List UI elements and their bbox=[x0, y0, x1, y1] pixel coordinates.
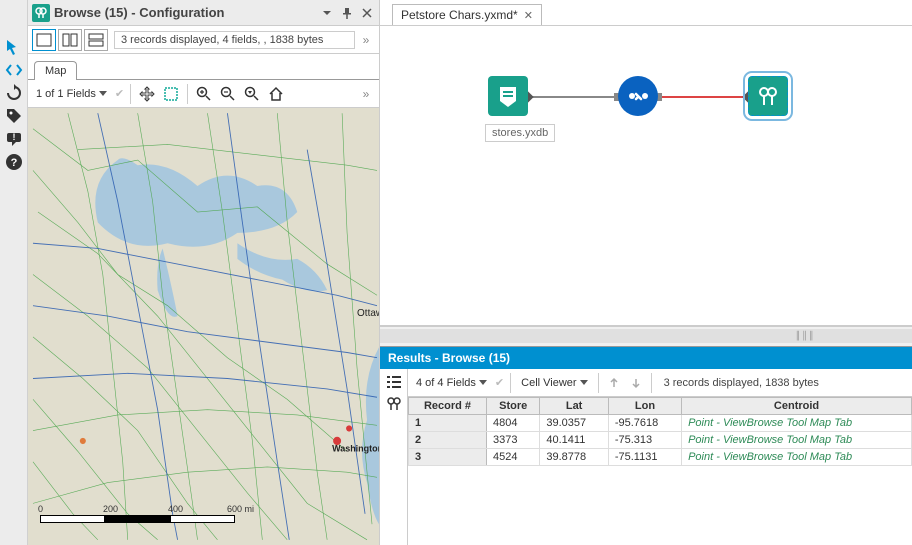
cell-centroid[interactable]: Point - ViewBrowse Tool Map Tab bbox=[682, 432, 912, 449]
cell-viewer-label: Cell Viewer bbox=[521, 377, 576, 389]
chevron-down-icon bbox=[580, 380, 588, 385]
map-scale-bar: 0 200 400600 mi bbox=[40, 515, 235, 535]
cell-store: 4524 bbox=[486, 449, 539, 466]
browse-tool-selected[interactable] bbox=[748, 76, 788, 116]
cell-store: 3373 bbox=[486, 432, 539, 449]
cell-lon: -95.7618 bbox=[608, 415, 681, 432]
results-table: Record #StoreLatLonCentroid 1480439.0357… bbox=[408, 397, 912, 466]
chevron-down-icon bbox=[99, 91, 107, 96]
input-tool-label: stores.yxdb bbox=[485, 124, 555, 142]
workflow-tab-label: Petstore Chars.yxmd* bbox=[401, 8, 518, 22]
close-icon[interactable]: ✕ bbox=[524, 9, 533, 22]
select-tool[interactable] bbox=[618, 76, 658, 116]
table-row[interactable]: 1480439.0357-95.7618Point - ViewBrowse T… bbox=[409, 415, 912, 432]
code-icon[interactable] bbox=[4, 60, 24, 80]
cell-lon: -75.313 bbox=[608, 432, 681, 449]
map-toolbar: 1 of 1 Fields ✔ » bbox=[28, 80, 379, 108]
config-titlebar: Browse (15) - Configuration bbox=[28, 0, 379, 26]
svg-text:Washington: Washington bbox=[332, 443, 379, 453]
row-number: 2 bbox=[409, 432, 487, 449]
check-icon: ✔ bbox=[495, 376, 504, 389]
config-title: Browse (15) - Configuration bbox=[54, 5, 315, 20]
select-rect-icon[interactable] bbox=[161, 84, 181, 104]
cell-lat: 39.0357 bbox=[540, 415, 608, 432]
home-icon[interactable] bbox=[266, 84, 286, 104]
table-row[interactable]: 3452439.8778-75.1131Point - ViewBrowse T… bbox=[409, 449, 912, 466]
column-header[interactable]: Record # bbox=[409, 398, 487, 415]
workflow-tab[interactable]: Petstore Chars.yxmd* ✕ bbox=[392, 4, 542, 25]
chevron-down-icon bbox=[479, 380, 487, 385]
cell-centroid[interactable]: Point - ViewBrowse Tool Map Tab bbox=[682, 415, 912, 432]
sort-desc-icon[interactable] bbox=[627, 374, 645, 392]
layout-single-button[interactable] bbox=[32, 29, 56, 51]
svg-text:Ottawa: Ottawa bbox=[357, 308, 379, 319]
check-icon: ✔ bbox=[115, 87, 124, 100]
pan-icon[interactable] bbox=[137, 84, 157, 104]
cell-lat: 40.1411 bbox=[540, 432, 608, 449]
close-icon[interactable] bbox=[359, 5, 375, 21]
row-number: 1 bbox=[409, 415, 487, 432]
table-row[interactable]: 2337340.1411-75.313Point - ViewBrowse To… bbox=[409, 432, 912, 449]
records-fields-info: 3 records displayed, 4 fields, , 1838 by… bbox=[114, 31, 355, 49]
fields-dropdown-label: 1 of 1 Fields bbox=[36, 88, 96, 100]
canvas-scrollbar[interactable]: ║║║ bbox=[380, 326, 912, 346]
column-header[interactable]: Store bbox=[486, 398, 539, 415]
nav-arrow-icon[interactable] bbox=[4, 37, 24, 57]
more-icon[interactable]: » bbox=[357, 87, 375, 101]
column-header[interactable]: Lon bbox=[608, 398, 681, 415]
results-records-info: 3 records displayed, 1838 bytes bbox=[658, 377, 825, 389]
input-data-tool[interactable] bbox=[488, 76, 528, 116]
layout-split-vert-button[interactable] bbox=[58, 29, 82, 51]
zoom-fit-icon[interactable] bbox=[242, 84, 262, 104]
dropdown-arrow-icon[interactable] bbox=[319, 5, 335, 21]
help-icon[interactable]: ? bbox=[4, 152, 24, 172]
map-view[interactable]: Ottawa Washington 0 200 400600 mi bbox=[28, 108, 379, 545]
results-fields-label: 4 of 4 Fields bbox=[416, 377, 476, 389]
browse-view-icon[interactable] bbox=[385, 395, 403, 413]
cell-lat: 39.8778 bbox=[540, 449, 608, 466]
cell-store: 4804 bbox=[486, 415, 539, 432]
comment-icon[interactable]: ! bbox=[4, 129, 24, 149]
results-fields-dropdown[interactable]: 4 of 4 Fields bbox=[412, 375, 491, 391]
browse-tool-icon bbox=[32, 4, 50, 22]
column-header[interactable]: Lat bbox=[540, 398, 608, 415]
zoom-out-icon[interactable] bbox=[218, 84, 238, 104]
pin-icon[interactable] bbox=[339, 5, 355, 21]
row-number: 3 bbox=[409, 449, 487, 466]
column-header[interactable]: Centroid bbox=[682, 398, 912, 415]
svg-text:?: ? bbox=[10, 157, 17, 169]
refresh-icon[interactable] bbox=[4, 83, 24, 103]
cell-centroid[interactable]: Point - ViewBrowse Tool Map Tab bbox=[682, 449, 912, 466]
svg-text:!: ! bbox=[12, 132, 15, 142]
fields-dropdown[interactable]: 1 of 1 Fields bbox=[32, 86, 111, 102]
tab-map[interactable]: Map bbox=[34, 61, 77, 80]
list-view-icon[interactable] bbox=[385, 373, 403, 391]
layout-toolbar: 3 records displayed, 4 fields, , 1838 by… bbox=[28, 26, 379, 54]
cell-viewer-dropdown[interactable]: Cell Viewer bbox=[517, 375, 591, 391]
cell-lon: -75.1131 bbox=[608, 449, 681, 466]
zoom-in-icon[interactable] bbox=[194, 84, 214, 104]
workflow-canvas[interactable]: stores.yxdb bbox=[380, 26, 912, 326]
tag-icon[interactable] bbox=[4, 106, 24, 126]
sort-asc-icon[interactable] bbox=[605, 374, 623, 392]
more-icon[interactable]: » bbox=[357, 33, 375, 47]
layout-split-horiz-button[interactable] bbox=[84, 29, 108, 51]
results-title: Results - Browse (15) bbox=[380, 347, 912, 369]
